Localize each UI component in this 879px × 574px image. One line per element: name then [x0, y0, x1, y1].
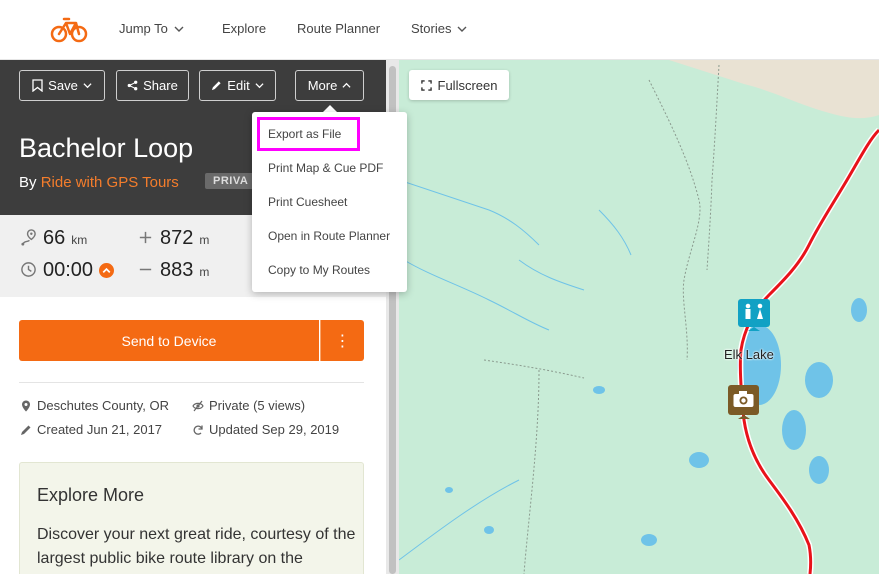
- chevron-up-icon: [342, 82, 351, 88]
- kebab-menu-icon: ⋮: [334, 332, 351, 350]
- save-button[interactable]: Save: [19, 70, 105, 101]
- elevation-gain-value: 872: [160, 227, 194, 249]
- plus-icon: [139, 231, 152, 244]
- menu-item-open-in-route-planner[interactable]: Open in Route Planner: [268, 229, 390, 243]
- privacy-badge: PRIVA: [205, 173, 257, 189]
- elevation-loss-value: 883: [160, 259, 194, 281]
- route-map[interactable]: Fullscreen Elk Lake: [399, 60, 879, 574]
- fullscreen-icon: [420, 79, 432, 91]
- bookmark-icon: [32, 79, 43, 92]
- created-text: Created Jun 21, 2017: [37, 422, 163, 437]
- author-link[interactable]: Ride with GPS Tours: [41, 174, 179, 191]
- map-place-label: Elk Lake: [724, 347, 774, 362]
- elevation-gain-stat: 872 m: [137, 227, 209, 250]
- edit-button[interactable]: Edit: [199, 70, 276, 101]
- explore-body: Discover your next great ride, courtesy …: [37, 526, 356, 567]
- distance-pin-icon: [21, 229, 36, 246]
- chevron-down-icon: [174, 26, 184, 32]
- nav-jump-to-label: Jump To: [119, 21, 168, 36]
- edit-label: Edit: [227, 78, 250, 93]
- privacy-meta: Private (5 views): [192, 398, 305, 413]
- pencil-icon: [212, 81, 221, 91]
- menu-item-copy-to-my-routes[interactable]: Copy to My Routes: [268, 263, 370, 277]
- nav-explore-label: Explore: [222, 21, 267, 36]
- send-to-device-button[interactable]: Send to Device: [19, 320, 319, 361]
- distance-stat: 66 km: [20, 227, 87, 250]
- duration-value: 00:00: [43, 259, 94, 281]
- bicycle-logo-icon[interactable]: [50, 14, 88, 44]
- map-canvas[interactable]: [399, 60, 879, 574]
- chevron-up-circle-icon[interactable]: [99, 263, 115, 278]
- menu-item-print-cuesheet[interactable]: Print Cuesheet: [268, 195, 347, 209]
- distance-value: 66: [43, 227, 66, 249]
- share-icon: [127, 80, 138, 91]
- pencil-icon: [21, 425, 31, 435]
- nav-jump-to[interactable]: Jump To: [119, 21, 184, 36]
- by-prefix: By: [19, 174, 37, 191]
- eye-slash-icon: [192, 400, 204, 411]
- location-meta: Deschutes County, OR: [20, 398, 169, 413]
- privacy-text: Private (5 views): [209, 398, 306, 413]
- elevation-loss-unit: m: [199, 265, 210, 279]
- refresh-icon: [193, 425, 203, 435]
- route-title: Bachelor Loop: [19, 133, 194, 163]
- top-navigation: Jump To Explore Route Planner Stories: [0, 0, 879, 60]
- nav-explore[interactable]: Explore: [222, 21, 266, 36]
- divider: [19, 382, 364, 383]
- explore-heading: Explore More: [37, 485, 145, 505]
- more-label: More: [307, 78, 338, 93]
- chevron-down-icon: [457, 26, 467, 32]
- duration-stat: 00:00: [20, 259, 115, 282]
- nav-route-planner-label: Route Planner: [297, 21, 381, 36]
- route-byline: By Ride with GPS Tours: [19, 174, 179, 191]
- nav-route-planner[interactable]: Route Planner: [297, 21, 380, 36]
- share-button[interactable]: Share: [116, 70, 189, 101]
- save-label: Save: [48, 78, 78, 93]
- elevation-gain-unit: m: [199, 233, 210, 247]
- fullscreen-label: Fullscreen: [437, 77, 498, 93]
- fullscreen-button[interactable]: Fullscreen: [409, 70, 509, 100]
- chevron-down-icon: [83, 83, 92, 89]
- clock-icon: [21, 262, 36, 277]
- menu-item-print-map-cue-pdf[interactable]: Print Map & Cue PDF: [268, 161, 383, 175]
- chevron-down-icon: [255, 83, 264, 89]
- more-button[interactable]: More: [295, 70, 364, 101]
- location-text: Deschutes County, OR: [37, 398, 169, 413]
- nav-stories[interactable]: Stories: [411, 21, 467, 36]
- updated-meta: Updated Sep 29, 2019: [192, 422, 339, 437]
- explore-more-card: Explore More Discover your next great ri…: [19, 462, 364, 574]
- share-label: Share: [143, 78, 178, 93]
- nav-stories-label: Stories: [411, 21, 452, 36]
- distance-unit: km: [71, 233, 88, 247]
- minus-icon: [139, 268, 152, 271]
- created-meta: Created Jun 21, 2017: [20, 422, 162, 437]
- location-pin-icon: [22, 400, 30, 411]
- updated-text: Updated Sep 29, 2019: [209, 422, 340, 437]
- highlight-box: [257, 117, 360, 151]
- camera-marker-icon[interactable]: [728, 385, 759, 419]
- restroom-marker-icon[interactable]: [738, 299, 770, 331]
- send-options-button[interactable]: ⋮: [320, 320, 364, 361]
- elevation-loss-stat: 883 m: [137, 259, 209, 282]
